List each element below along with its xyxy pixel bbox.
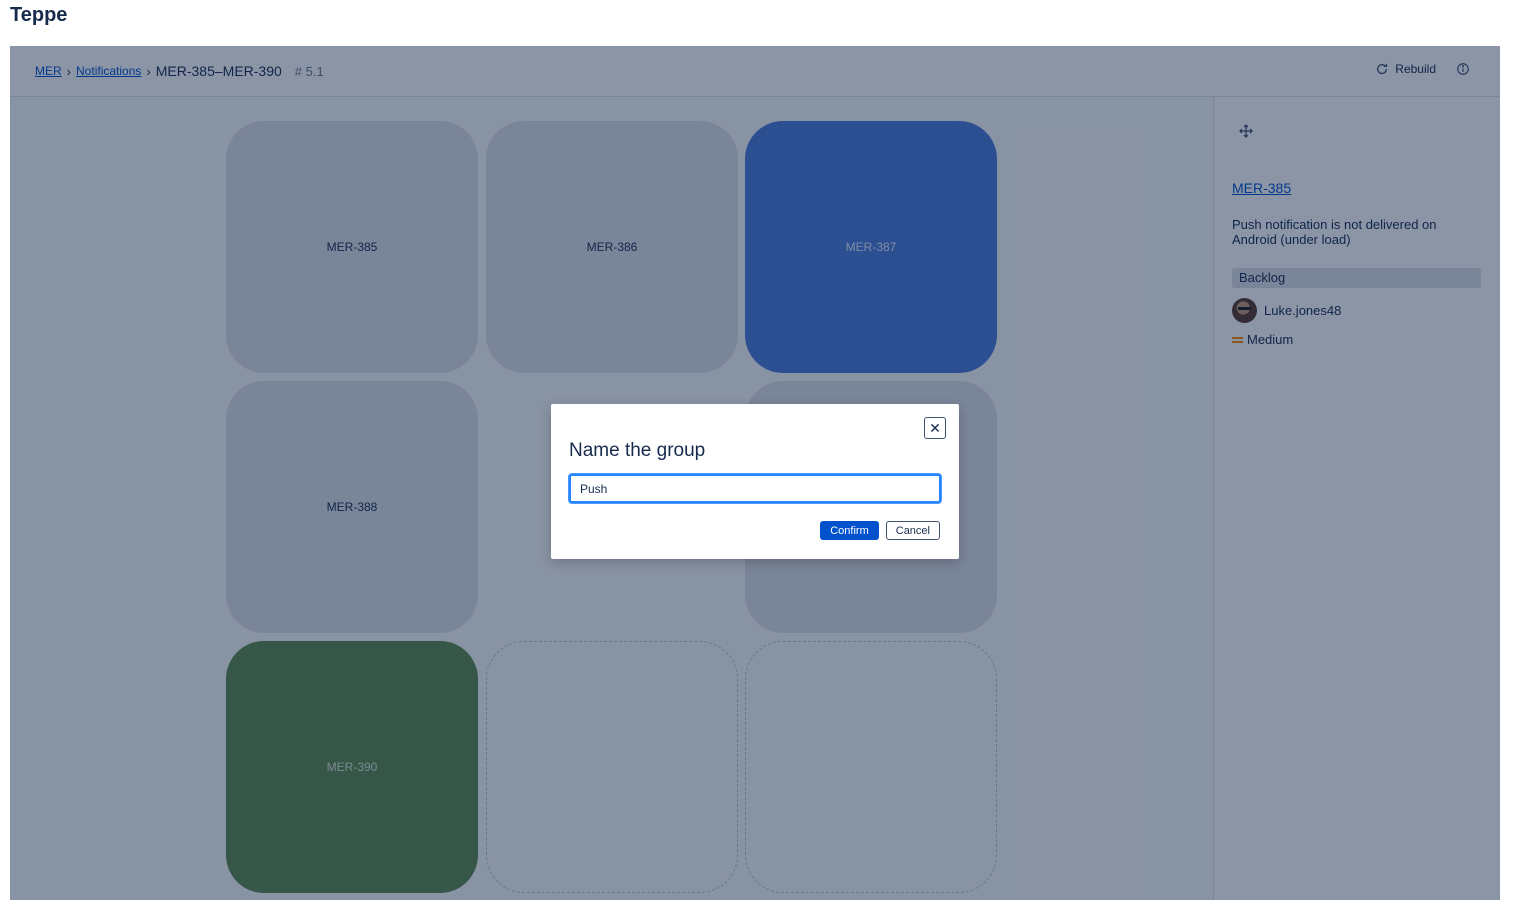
name-group-dialog: ✕ Name the group Confirm Cancel — [551, 404, 959, 559]
close-button[interactable]: ✕ — [924, 417, 946, 439]
dialog-title: Name the group — [569, 440, 706, 461]
confirm-button[interactable]: Confirm — [820, 521, 879, 540]
dialog-actions: Confirm Cancel — [820, 521, 940, 540]
cancel-button[interactable]: Cancel — [885, 521, 940, 540]
close-icon: ✕ — [929, 419, 941, 436]
group-name-input[interactable] — [569, 474, 941, 503]
app-title: Teppe — [10, 4, 68, 26]
